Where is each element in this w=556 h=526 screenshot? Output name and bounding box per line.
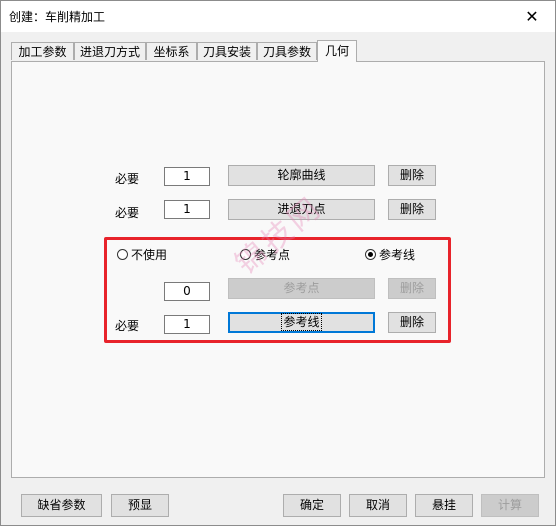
preview-button[interactable]: 预显 [111,494,169,517]
tab-tool-mounting[interactable]: 刀具安装 [197,42,257,60]
window-title: 创建：车削精加工 [9,10,106,24]
title-bar: 创建：车削精加工 ✕ [1,1,555,32]
tab-geometry[interactable]: 几何 [317,40,357,62]
approach-required-label: 必要 [115,206,140,220]
profile-delete-button[interactable]: 删除 [388,165,436,186]
profile-curve-button[interactable]: 轮廓曲线 [228,165,375,186]
tab-coordinate-system[interactable]: 坐标系 [146,42,197,60]
approach-delete-button[interactable]: 删除 [388,199,436,220]
calculate-button[interactable]: 计算 [481,494,539,517]
ok-button[interactable]: 确定 [283,494,341,517]
cancel-button[interactable]: 取消 [349,494,407,517]
defaults-button[interactable]: 缺省参数 [21,494,102,517]
dialog-window: 创建：车削精加工 ✕ 加工参数 进退刀方式 坐标系 刀具安装 刀具参数 几何 必… [0,0,556,526]
tab-machining-params[interactable]: 加工参数 [11,42,74,60]
highlight-annotation-box [104,237,451,343]
approach-point-button[interactable]: 进退刀点 [228,199,375,220]
profile-count: 1 [164,167,210,186]
approach-count: 1 [164,200,210,219]
close-icon[interactable]: ✕ [509,1,555,32]
tab-approach-retract[interactable]: 进退刀方式 [74,42,146,60]
profile-required-label: 必要 [115,172,140,186]
tab-tool-params[interactable]: 刀具参数 [257,42,317,60]
suspend-button[interactable]: 悬挂 [415,494,473,517]
